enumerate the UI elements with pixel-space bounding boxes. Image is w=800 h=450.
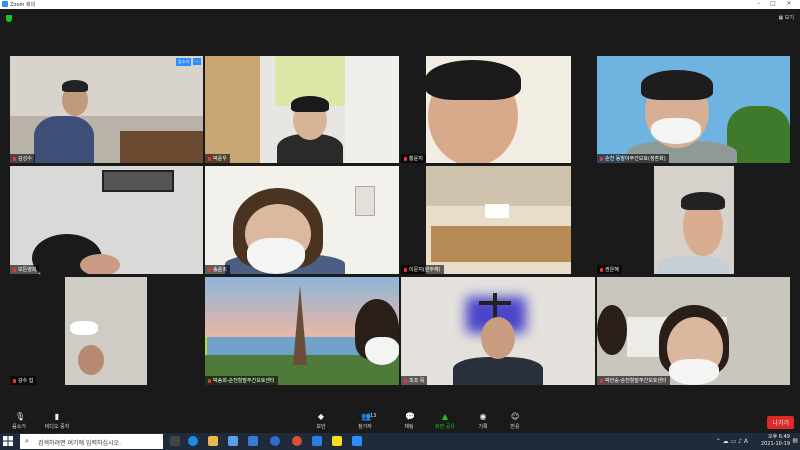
clock-time: 오후 6:49 [767, 434, 790, 440]
mic-muted-icon [600, 378, 603, 383]
mute-label: 음소거 [12, 424, 26, 430]
participant-name: 송순조 [205, 265, 230, 274]
search-icon: ⌕ [25, 437, 29, 445]
window-title: Zoom 회의 [10, 2, 36, 8]
share-label: 화면 공유 [435, 424, 455, 430]
participant-name: 모든영희 [10, 265, 40, 274]
chrome-icon[interactable] [292, 436, 302, 446]
notifications-icon[interactable]: ▤ [792, 437, 798, 444]
mute-button[interactable]: 🎙 음소거 [2, 412, 36, 431]
record-button[interactable]: ◉ 기록 [466, 412, 500, 431]
mic-muted-icon [13, 378, 16, 383]
video-tile-active-speaker[interactable]: 박송희-순천힐말주간보호센터 [205, 277, 399, 385]
microphone-icon: 🎙 [15, 412, 26, 421]
security-label: 보안 [316, 424, 326, 430]
zoom-app-icon [2, 1, 8, 7]
video-camera-icon: ▮ [54, 412, 60, 421]
share-screen-icon: ▲ [441, 412, 449, 421]
close-icon[interactable]: ✕ [782, 0, 796, 7]
record-label: 기록 [478, 424, 488, 430]
video-tile[interactable]: 박안숭-순천힐말주간보호센터 [597, 277, 790, 385]
video-tile[interactable]: 순천 동말아주간보호(정혼화) [597, 56, 790, 163]
mic-muted-icon [404, 267, 407, 272]
edge-browser-icon[interactable] [188, 436, 198, 446]
video-tile[interactable]: 박윤우 [205, 56, 399, 163]
reactions-button[interactable]: ☺ 반응 [498, 412, 532, 431]
participant-name: 강수 집 [10, 376, 37, 385]
participant-name: 김성수 [10, 154, 35, 163]
chat-bubble-icon: 💬 [405, 412, 415, 421]
mic-muted-icon [208, 156, 211, 161]
participant-name: 박송희-순천힐말주간보호센터 [205, 376, 278, 385]
mic-muted-icon [600, 156, 603, 161]
share-screen-button[interactable]: ▲ 화면 공유 [428, 412, 462, 431]
video-tile[interactable]: 송순조 [205, 166, 399, 274]
video-tile[interactable]: 음소거 ··· 김성수 [10, 56, 203, 163]
participant-name: 권은혜 [597, 265, 622, 274]
input-language[interactable]: A [744, 438, 748, 445]
video-label: 비디오 중지 [44, 424, 70, 430]
security-button[interactable]: ◆ 보안 [304, 412, 338, 431]
store-icon[interactable] [228, 436, 238, 446]
windows-start-icon[interactable] [3, 436, 13, 446]
mic-muted-icon [13, 156, 16, 161]
stop-video-button[interactable]: ▮ 비디오 중지 [40, 412, 74, 431]
shield-icon: ◆ [317, 412, 325, 421]
meeting-window: ▦ 보기 음소거 ··· 김성수 박윤우 황윤지 순천 동말아주간보호(정혼화) [0, 9, 800, 411]
video-tile[interactable]: 이문지(원주혜) [401, 166, 595, 274]
video-tile[interactable]: 조조 목 [401, 277, 595, 385]
minimize-icon[interactable]: – [752, 0, 766, 7]
participants-count: 13 [370, 413, 377, 419]
participants-button[interactable]: 👥 참가자 13 [348, 412, 382, 431]
record-icon: ◉ [479, 412, 487, 421]
participant-name: 이문지(원주혜) [401, 265, 444, 274]
meeting-toolbar: 🎙 음소거 ▮ 비디오 중지 ◆ 보안 👥 참가자 13 💬 채팅 ▲ 화면 공유 ◉ 기록 ☺… [0, 411, 800, 433]
taskbar-search-box[interactable]: ⌕ 검색하려면 여기에 입력하십시오. [20, 434, 163, 449]
mic-muted-icon [404, 156, 407, 161]
participant-name: 박안숭-순천힐말주간보호센터 [597, 376, 670, 385]
file-explorer-icon[interactable] [208, 436, 218, 446]
mic-muted-icon [208, 378, 211, 383]
clock[interactable]: 오후 6:49 2021-10-19 [761, 434, 790, 448]
window-titlebar: Zoom 회의 – □ ✕ [0, 0, 800, 9]
video-tile[interactable]: 모든영희 [10, 166, 203, 274]
maximize-icon[interactable]: □ [766, 0, 780, 7]
reactions-label: 반응 [510, 424, 520, 430]
participant-name: 박윤우 [205, 154, 230, 163]
view-button[interactable]: ▦ 보기 [778, 14, 794, 21]
task-view-icon[interactable] [170, 436, 180, 446]
search-placeholder: 검색하려면 여기에 입력하십시오. [38, 440, 122, 447]
participant-name: 조조 목 [401, 376, 428, 385]
chat-button[interactable]: 💬 채팅 [392, 412, 426, 431]
mic-muted-icon [600, 267, 603, 272]
video-tile[interactable]: 황윤지 [401, 56, 595, 163]
internet-explorer-icon[interactable] [270, 436, 280, 446]
kakaotalk-icon[interactable] [332, 436, 342, 446]
leave-meeting-button[interactable]: 나가기 [767, 416, 794, 429]
word-icon[interactable] [312, 436, 322, 446]
video-tile[interactable]: 강수 집 [10, 277, 203, 385]
participant-name: 황윤지 [401, 154, 426, 163]
participants-icon: 👥 [361, 412, 371, 421]
video-tile[interactable]: 권은혜 [597, 166, 790, 274]
mail-icon[interactable] [248, 436, 258, 446]
participant-name: 순천 동말아주간보호(정혼화) [597, 154, 669, 163]
unmute-request-badge[interactable]: 음소거 [175, 58, 191, 66]
view-label: 보기 [784, 15, 794, 21]
windows-taskbar: ⌕ 검색하려면 여기에 입력하십시오. ⌃ ☁ ▭ ♪ A 오후 6:49 20… [0, 433, 800, 450]
security-shield-icon[interactable] [6, 15, 12, 22]
mic-muted-icon [404, 378, 407, 383]
more-options-icon[interactable]: ··· [193, 58, 201, 65]
system-tray-icons[interactable]: ⌃ ☁ ▭ ♪ A [716, 438, 748, 445]
clock-date: 2021-10-19 [760, 441, 790, 447]
mic-muted-icon [208, 267, 211, 272]
chat-label: 채팅 [404, 424, 414, 430]
mic-muted-icon [13, 267, 16, 272]
participants-label: 참가자 [358, 424, 372, 430]
smiley-icon: ☺ [511, 412, 520, 421]
zoom-taskbar-icon[interactable] [352, 436, 362, 446]
